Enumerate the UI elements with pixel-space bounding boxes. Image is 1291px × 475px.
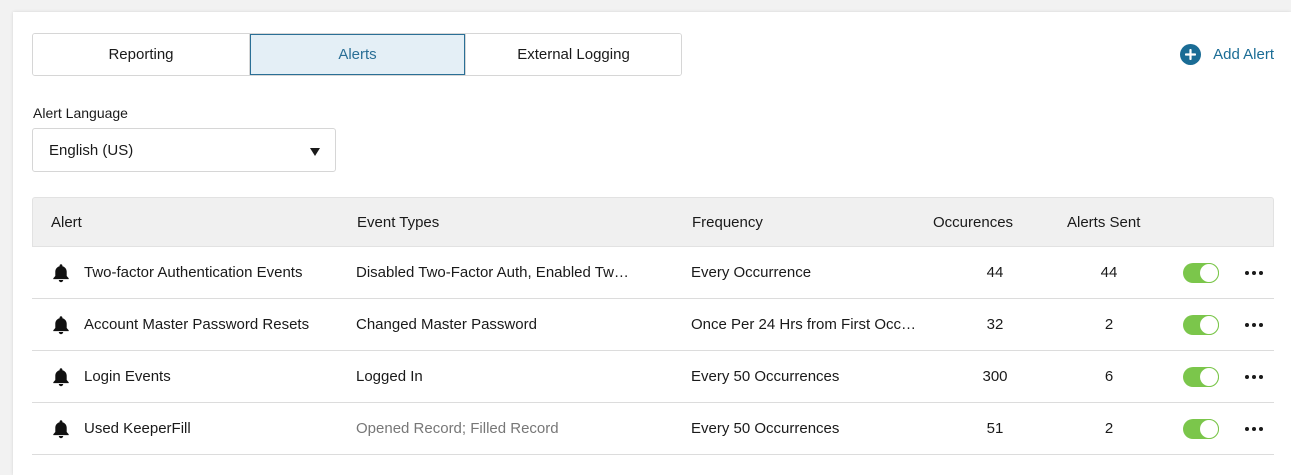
alert-name: Used KeeperFill — [84, 420, 191, 437]
enable-toggle[interactable] — [1183, 367, 1219, 387]
alert-language-select[interactable]: English (US) — [32, 128, 336, 172]
table-row[interactable]: Two-factor Authentication Events Disable… — [32, 247, 1274, 299]
alert-name-cell: Two-factor Authentication Events — [52, 263, 352, 283]
occurrences-cell: 32 — [986, 316, 1004, 333]
alert-name: Login Events — [84, 368, 171, 385]
table-row[interactable]: Account Master Password Resets Changed M… — [32, 299, 1274, 351]
tab-reporting[interactable]: Reporting — [33, 34, 249, 75]
enable-toggle[interactable] — [1183, 315, 1219, 335]
bell-icon — [53, 367, 69, 386]
frequency-cell: Every 50 Occurrences — [691, 420, 840, 437]
toggle-knob — [1199, 367, 1219, 387]
add-alert-button[interactable]: Add Alert — [1180, 44, 1274, 65]
alerts-sent-cell: 6 — [1104, 368, 1114, 385]
enable-toggle[interactable] — [1183, 263, 1219, 283]
header-occurrences: Occurences — [933, 213, 1014, 231]
tab-bar: Reporting Alerts External Logging — [32, 33, 682, 76]
alert-name: Account Master Password Resets — [84, 316, 310, 333]
table-header: Alert Event Types Frequency Occurences A… — [32, 197, 1274, 247]
more-options-icon[interactable] — [1242, 365, 1266, 389]
event-types-cell: Disabled Two-Factor Auth, Enabled Tw… — [356, 264, 629, 281]
event-types-cell: Logged In — [356, 368, 423, 385]
alert-name: Two-factor Authentication Events — [84, 264, 303, 281]
event-types-cell: Opened Record; Filled Record — [356, 420, 559, 437]
plus-circle-icon — [1180, 44, 1202, 65]
alert-name-cell: Account Master Password Resets — [52, 315, 352, 335]
tab-external-logging[interactable]: External Logging — [465, 34, 681, 75]
header-frequency: Frequency — [692, 213, 763, 231]
occurrences-cell: 51 — [986, 420, 1004, 437]
occurrences-cell: 44 — [986, 264, 1004, 281]
alerts-panel: Reporting Alerts External Logging Add Al… — [13, 12, 1291, 475]
table-row[interactable]: Used KeeperFill Opened Record; Filled Re… — [32, 403, 1274, 455]
bell-icon — [53, 315, 69, 334]
alerts-sent-cell: 2 — [1104, 316, 1114, 333]
header-alerts-sent: Alerts Sent — [1067, 213, 1141, 231]
alerts-table: Alert Event Types Frequency Occurences A… — [32, 197, 1274, 455]
frequency-cell: Every 50 Occurrences — [691, 368, 840, 385]
bell-icon — [53, 419, 69, 438]
tab-alerts[interactable]: Alerts — [249, 34, 465, 75]
toggle-knob — [1199, 263, 1219, 283]
header-event-types: Event Types — [357, 213, 440, 231]
alerts-sent-cell: 44 — [1100, 264, 1118, 281]
header-alert: Alert — [51, 213, 82, 231]
alert-name-cell: Login Events — [52, 367, 352, 387]
occurrences-cell: 300 — [982, 368, 1008, 385]
alert-name-cell: Used KeeperFill — [52, 419, 352, 439]
alert-language-value: English (US) — [49, 141, 134, 159]
enable-toggle[interactable] — [1183, 419, 1219, 439]
toggle-knob — [1199, 419, 1219, 439]
more-options-icon[interactable] — [1242, 313, 1266, 337]
caret-down-icon — [310, 148, 320, 156]
more-options-icon[interactable] — [1242, 261, 1266, 285]
table-row[interactable]: Login Events Logged In Every 50 Occurren… — [32, 351, 1274, 403]
frequency-cell: Once Per 24 Hrs from First Occ… — [691, 316, 917, 333]
more-options-icon[interactable] — [1242, 417, 1266, 441]
frequency-cell: Every Occurrence — [691, 264, 812, 281]
toggle-knob — [1199, 315, 1219, 335]
bell-icon — [53, 263, 69, 282]
alerts-sent-cell: 2 — [1104, 420, 1114, 437]
add-alert-label: Add Alert — [1213, 46, 1274, 63]
event-types-cell: Changed Master Password — [356, 316, 537, 333]
alert-language-label: Alert Language — [33, 105, 128, 121]
